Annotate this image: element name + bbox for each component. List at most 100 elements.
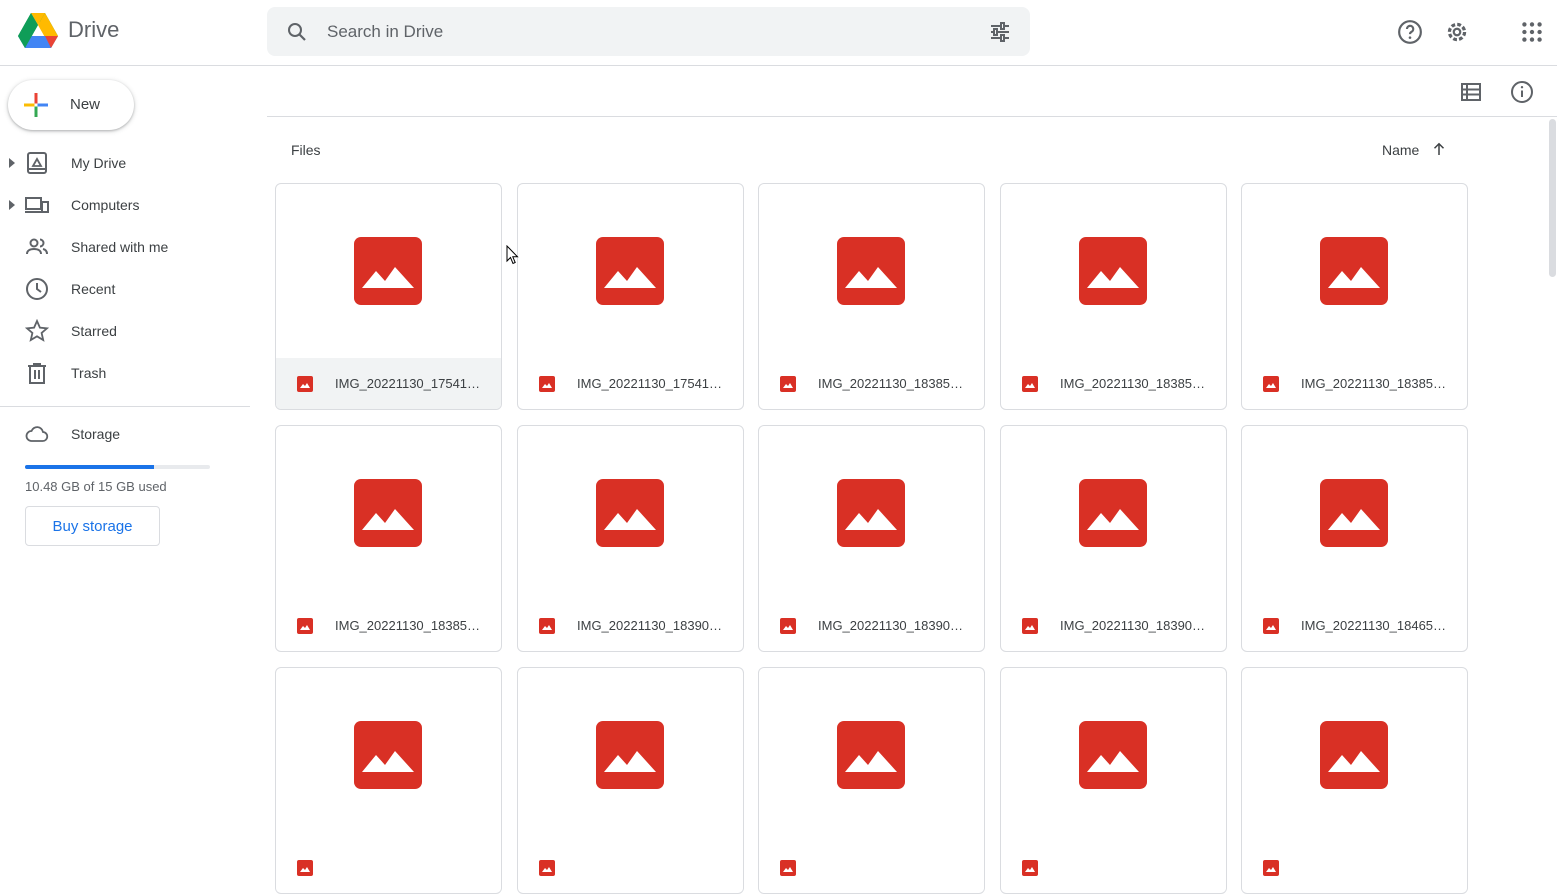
sidebar-item-computers[interactable]: Computers xyxy=(0,185,250,225)
image-file-icon xyxy=(539,860,555,876)
expand-arrow-icon[interactable] xyxy=(9,158,15,168)
image-file-icon xyxy=(297,618,313,634)
file-thumbnail[interactable] xyxy=(276,184,501,358)
buy-storage-button[interactable]: Buy storage xyxy=(25,506,160,546)
sidebar-item-label: Shared with me xyxy=(71,239,169,255)
file-card-footer[interactable]: IMG_20221130_17541… xyxy=(276,358,501,409)
file-name: IMG_20221130_18385… xyxy=(1060,376,1206,391)
file-name: IMG_20221130_17541… xyxy=(577,376,723,391)
image-file-icon xyxy=(1263,860,1279,876)
star-icon xyxy=(25,319,49,342)
storage-usage-bar xyxy=(25,465,210,469)
file-card[interactable] xyxy=(275,667,502,894)
file-card[interactable]: IMG_20221130_18390… xyxy=(1000,425,1227,652)
file-card[interactable] xyxy=(1241,667,1468,894)
image-thumbnail-icon xyxy=(354,721,422,789)
image-thumbnail-icon xyxy=(354,479,422,547)
sidebar-divider xyxy=(0,406,250,407)
file-card-footer[interactable] xyxy=(276,842,501,893)
file-thumbnail[interactable] xyxy=(1242,426,1467,600)
file-card-footer[interactable]: IMG_20221130_18385… xyxy=(1242,358,1467,409)
file-card-footer[interactable]: IMG_20221130_18390… xyxy=(518,600,743,651)
file-card[interactable]: IMG_20221130_17541… xyxy=(517,183,744,410)
file-card-footer[interactable]: IMG_20221130_18385… xyxy=(276,600,501,651)
file-thumbnail[interactable] xyxy=(518,668,743,842)
search-icon[interactable] xyxy=(285,20,309,44)
file-card[interactable] xyxy=(1000,667,1227,894)
scrollbar-thumb[interactable] xyxy=(1549,119,1556,277)
sort-by-name[interactable]: Name xyxy=(1382,142,1419,158)
search-bar[interactable]: Search in Drive xyxy=(267,7,1030,56)
file-card[interactable]: IMG_20221130_17541… xyxy=(275,183,502,410)
file-thumbnail[interactable] xyxy=(1001,184,1226,358)
image-thumbnail-icon xyxy=(1079,237,1147,305)
image-file-icon xyxy=(297,376,313,392)
storage-usage-text: 10.48 GB of 15 GB used xyxy=(25,479,167,494)
file-thumbnail[interactable] xyxy=(276,426,501,600)
sidebar-item-shared-with-me[interactable]: Shared with me xyxy=(0,227,250,267)
sidebar-item-label: Trash xyxy=(71,365,107,381)
file-card[interactable]: IMG_20221130_18385… xyxy=(1000,183,1227,410)
apps-grid-icon[interactable] xyxy=(1519,19,1545,45)
file-card-footer[interactable]: IMG_20221130_18390… xyxy=(1001,600,1226,651)
file-card-footer[interactable]: IMG_20221130_18385… xyxy=(1001,358,1226,409)
trash-icon xyxy=(28,363,46,384)
image-file-icon xyxy=(1022,376,1038,392)
file-thumbnail[interactable] xyxy=(518,184,743,358)
top-bar: Drive Search in Drive xyxy=(0,0,1557,66)
sidebar-item-my-drive[interactable]: My Drive xyxy=(0,143,250,183)
file-card[interactable] xyxy=(758,667,985,894)
file-thumbnail[interactable] xyxy=(1001,426,1226,600)
shared-icon xyxy=(26,238,48,255)
file-card[interactable]: IMG_20221130_18390… xyxy=(758,425,985,652)
image-thumbnail-icon xyxy=(1079,479,1147,547)
image-thumbnail-icon xyxy=(596,479,664,547)
settings-icon[interactable] xyxy=(1444,19,1470,45)
scrollbar[interactable] xyxy=(1548,117,1557,745)
sidebar: New My Drive Computers Shared with me Re… xyxy=(0,66,250,745)
file-thumbnail[interactable] xyxy=(759,426,984,600)
arrow-up-icon[interactable] xyxy=(1430,140,1448,158)
file-thumbnail[interactable] xyxy=(518,426,743,600)
search-input[interactable]: Search in Drive xyxy=(327,7,443,56)
image-thumbnail-icon xyxy=(354,237,422,305)
file-thumbnail[interactable] xyxy=(759,184,984,358)
file-name: IMG_20221130_18465… xyxy=(1301,618,1447,633)
list-view-icon[interactable] xyxy=(1459,80,1483,104)
info-icon[interactable] xyxy=(1510,80,1534,104)
search-options-icon[interactable] xyxy=(988,20,1012,44)
file-card-footer[interactable]: IMG_20221130_18385… xyxy=(759,358,984,409)
file-thumbnail[interactable] xyxy=(1001,668,1226,842)
image-file-icon xyxy=(1022,860,1038,876)
sidebar-item-starred[interactable]: Starred xyxy=(0,311,250,351)
file-name: IMG_20221130_17541… xyxy=(335,376,481,391)
file-thumbnail[interactable] xyxy=(759,668,984,842)
file-thumbnail[interactable] xyxy=(1242,668,1467,842)
file-card-footer[interactable] xyxy=(518,842,743,893)
file-card[interactable]: IMG_20221130_18390… xyxy=(517,425,744,652)
sidebar-item-trash[interactable]: Trash xyxy=(0,353,250,393)
file-card[interactable] xyxy=(517,667,744,894)
file-card-footer[interactable] xyxy=(1242,842,1467,893)
expand-arrow-icon[interactable] xyxy=(9,200,15,210)
sidebar-item-storage[interactable]: Storage xyxy=(0,414,250,454)
file-card[interactable]: IMG_20221130_18385… xyxy=(1241,183,1468,410)
file-card[interactable]: IMG_20221130_18385… xyxy=(758,183,985,410)
file-card[interactable]: IMG_20221130_18385… xyxy=(275,425,502,652)
new-button[interactable]: New xyxy=(8,80,134,130)
image-thumbnail-icon xyxy=(1079,721,1147,789)
file-thumbnail[interactable] xyxy=(276,668,501,842)
file-card[interactable]: IMG_20221130_18465… xyxy=(1241,425,1468,652)
file-card-footer[interactable]: IMG_20221130_18465… xyxy=(1242,600,1467,651)
sidebar-item-recent[interactable]: Recent xyxy=(0,269,250,309)
file-card-footer[interactable] xyxy=(759,842,984,893)
file-thumbnail[interactable] xyxy=(1242,184,1467,358)
drive-logo-icon[interactable] xyxy=(18,12,58,50)
image-thumbnail-icon xyxy=(596,237,664,305)
help-icon[interactable] xyxy=(1397,19,1423,45)
image-thumbnail-icon xyxy=(837,721,905,789)
file-card-footer[interactable] xyxy=(1001,842,1226,893)
file-card-footer[interactable]: IMG_20221130_18390… xyxy=(759,600,984,651)
sidebar-item-label: Starred xyxy=(71,323,117,339)
file-card-footer[interactable]: IMG_20221130_17541… xyxy=(518,358,743,409)
